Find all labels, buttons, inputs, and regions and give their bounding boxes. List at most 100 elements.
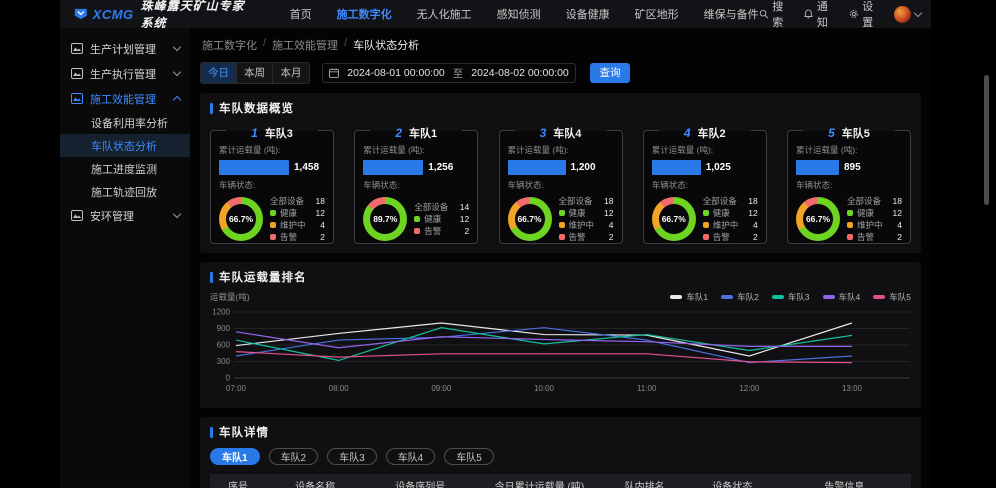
topbar-actions: 搜索 通知 设置: [759, 0, 921, 30]
nav-item[interactable]: 首页: [290, 6, 312, 22]
svg-text:12:00: 12:00: [739, 384, 760, 393]
fleet-tab[interactable]: 车队2: [269, 448, 319, 465]
legend-swatch: [721, 295, 733, 299]
device-status-row: 维护中4: [847, 221, 902, 230]
search-label: 搜索: [772, 0, 790, 30]
device-status-value: 2: [320, 233, 325, 242]
nav-item[interactable]: 设备健康: [566, 6, 610, 22]
page: XCMG 珠峰露天矿山专家系统 首页施工数字化无人化施工感知侦测设备健康矿区地形…: [0, 0, 996, 488]
device-status-label: 告警: [424, 227, 441, 236]
device-total-label: 全部设备: [414, 203, 448, 212]
fleet-overview-title: 车队数据概览: [219, 100, 294, 116]
top-navbar: XCMG 珠峰露天矿山专家系统 首页 施工数字化 无人化施工 感知侦测 设备健康 矿区地形…: [60, 0, 931, 28]
device-total-row: 全部设备18: [703, 197, 758, 206]
chevron-down-icon: [173, 68, 181, 76]
fleet-details-title: 车队详情: [219, 424, 269, 440]
page-scrollbar-thumb[interactable]: [984, 75, 989, 205]
vehicle-status-summary: 66.7%全部设备18健康12维护中4告警2: [796, 197, 902, 242]
module-icon: [71, 93, 83, 104]
fleet-card-header: 2车队1: [355, 124, 477, 142]
settings-label: 设置: [862, 0, 880, 30]
sidebar-item[interactable]: 生产执行管理: [60, 61, 190, 86]
status-dot: [703, 210, 709, 216]
app-title: 珠峰露天矿山专家系统: [141, 0, 252, 31]
sidebar-item[interactable]: 生产计划管理: [60, 36, 190, 61]
quick-range-group: 今日本周本月: [200, 62, 310, 84]
sidebar-item[interactable]: 安环管理: [60, 203, 190, 228]
search-button[interactable]: 搜索: [759, 0, 790, 30]
table-header-cell: 设备名称: [266, 474, 364, 488]
module-icon: [71, 68, 83, 79]
load-bar-row: 1,200: [508, 160, 614, 175]
settings-button[interactable]: 设置: [849, 0, 880, 30]
device-status-row: 告警2: [270, 233, 325, 242]
table-header-cell: 今日累计运载量 (吨): [476, 474, 602, 488]
table-header-cell: 队内排名: [603, 474, 687, 488]
status-dot: [559, 222, 565, 228]
device-status-row: 健康12: [559, 209, 614, 218]
legend-swatch: [823, 295, 835, 299]
status-donut-chart: 66.7%: [219, 197, 263, 241]
device-status-label: 维护中: [569, 221, 595, 230]
sidebar-subitem[interactable]: 施工进度监测: [60, 157, 190, 180]
device-status-row: 维护中 4: [559, 221, 614, 230]
legend-item: 车队1: [670, 291, 708, 303]
device-status-value: 2: [897, 233, 902, 242]
nav-item[interactable]: 维保与备件: [704, 6, 759, 22]
svg-text:600: 600: [217, 341, 231, 350]
fleet-card: 5车队5累计运载量 (吨):895车辆状态:66.7%全部设备18健康12维护中…: [787, 130, 911, 244]
fleet-tabs: 车队1 车队2 车队3 车队4 车队5: [210, 448, 911, 465]
table-header-cell: 序号: [210, 474, 266, 488]
device-status-value: 4: [609, 221, 614, 230]
nav-item[interactable]: 无人化施工: [417, 6, 472, 22]
sidebar-subitem[interactable]: 施工轨迹回放: [60, 180, 190, 203]
table-header-cell: 设备序列号: [364, 474, 476, 488]
breadcrumb-item[interactable]: 施工效能管理: [272, 37, 338, 53]
device-status-label: 维护中: [857, 221, 883, 230]
device-status-label: 维护中: [713, 221, 739, 230]
status-dot: [847, 222, 853, 228]
fleet-rank: 1: [251, 126, 258, 140]
sidebar-subitem[interactable]: 车队状态分析: [60, 134, 190, 157]
device-status-value: 4: [320, 221, 325, 230]
donut-percent-label: 66.7%: [219, 197, 263, 241]
fleet-card: 4车队2累计运载量 (吨):1,025车辆状态:66.7%全部设备18健康12维…: [643, 130, 767, 244]
device-total-value: 14: [460, 203, 469, 212]
quick-range-button[interactable]: 本周: [237, 63, 273, 83]
sidebar-item[interactable]: 施工效能管理: [60, 86, 190, 111]
quick-range-button[interactable]: 今日: [201, 63, 237, 83]
fleet-tab[interactable]: 车队3: [327, 448, 377, 465]
date-range-picker[interactable]: 2024-08-01 00:00:00 至 2024-08-02 00:00:0…: [322, 63, 576, 83]
avatar[interactable]: [894, 6, 911, 23]
fleet-name: 车队4: [553, 128, 581, 140]
fleet-tab[interactable]: 车队1: [210, 448, 260, 465]
notifications-button[interactable]: 通知: [804, 0, 835, 30]
sidebar-subitem[interactable]: 设备利用率分析: [60, 111, 190, 134]
device-status-label: 健康: [424, 215, 441, 224]
device-total-row: 全部设备18: [270, 197, 325, 206]
svg-text:13:00: 13:00: [842, 384, 863, 393]
fleet-details-panel: 车队详情 车队1 车队2 车队3 车队4 车队5 序号设备名称设备序列号今日累计运载量 …: [200, 417, 921, 488]
fleet-card: 1车队3累计运载量 (吨):1,458车辆状态:66.7%全部设备18健康12维…: [210, 130, 334, 244]
status-dot: [270, 222, 276, 228]
fleet-rank: 4: [684, 126, 691, 140]
svg-text:1200: 1200: [212, 308, 230, 317]
breadcrumb-item[interactable]: 施工数字化: [202, 37, 257, 53]
device-status-row: 健康12: [703, 209, 758, 218]
legend-item: 车队2: [721, 291, 759, 303]
device-legend: 全部设备18健康12维护中4告警2: [703, 197, 758, 242]
nav-item[interactable]: 感知侦测: [497, 6, 541, 22]
status-dot: [847, 234, 853, 240]
fleet-tab[interactable]: 车队5: [444, 448, 494, 465]
legend-label: 车队5: [889, 291, 911, 303]
quick-range-button[interactable]: 本月: [273, 63, 309, 83]
date-start: 2024-08-01 00:00:00: [347, 67, 445, 79]
nav-item[interactable]: 施工数字化: [337, 6, 392, 22]
query-button[interactable]: 查询: [590, 63, 630, 83]
user-menu[interactable]: [894, 6, 921, 23]
brand-logo[interactable]: XCMG 珠峰露天矿山专家系统: [74, 0, 252, 31]
donut-percent-label: 89.7%: [363, 197, 407, 241]
nav-item[interactable]: 矿区地形: [635, 6, 679, 22]
filter-bar: 今日本周本月 2024-08-01 00:00:00 至 2024-08-02 …: [200, 62, 921, 93]
fleet-tab[interactable]: 车队4: [386, 448, 436, 465]
